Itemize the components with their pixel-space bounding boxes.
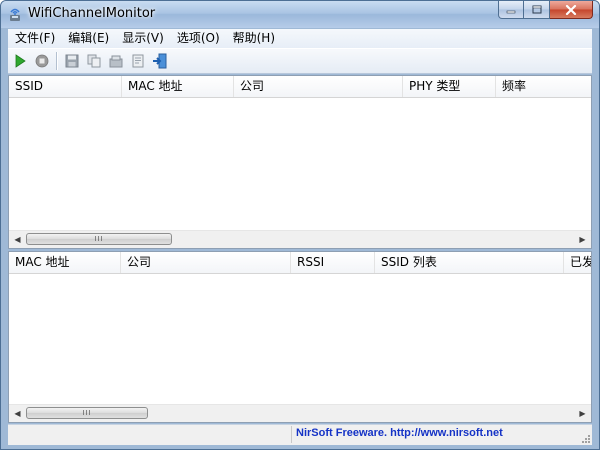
stations-header: MAC 地址 公司 RSSI SSID 列表 已发 (9, 252, 591, 274)
html-report-button[interactable] (129, 52, 147, 70)
start-button[interactable] (11, 52, 29, 70)
stop-button[interactable] (33, 52, 51, 70)
scroll-grip: III (82, 409, 92, 417)
size-grip-icon[interactable] (579, 432, 591, 444)
properties-button[interactable] (107, 52, 125, 70)
exit-button[interactable] (151, 52, 169, 70)
toolbar (8, 48, 592, 74)
maximize-icon (532, 5, 541, 14)
scroll-right-arrow-icon[interactable]: ▶ (574, 405, 591, 422)
close-button[interactable] (550, 1, 593, 19)
copy-button[interactable] (85, 52, 103, 70)
toolbar-separator (56, 52, 58, 70)
horizontal-scrollbar[interactable]: ◀ III ▶ (9, 230, 591, 248)
access-points-header: SSID MAC 地址 公司 PHY 类型 频率 (9, 76, 591, 98)
column-header-mac-address[interactable]: MAC 地址 (122, 76, 234, 97)
copy-icon (87, 54, 101, 68)
nirsoft-link[interactable]: NirSoft Freeware. http://www.nirsoft.net (296, 427, 503, 439)
save-icon (65, 54, 79, 68)
exit-icon (153, 53, 167, 69)
scroll-left-arrow-icon[interactable]: ◀ (9, 405, 26, 422)
menu-view[interactable]: 显示(V) (115, 29, 170, 48)
column-header-ssid-list[interactable]: SSID 列表 (375, 252, 564, 273)
scroll-thumb[interactable]: III (26, 233, 172, 245)
maximize-button[interactable] (524, 1, 550, 19)
column-header-company[interactable]: 公司 (121, 252, 291, 273)
html-report-icon (132, 54, 144, 68)
column-header-phy-type[interactable]: PHY 类型 (403, 76, 496, 97)
scroll-grip: III (94, 235, 104, 243)
close-icon (565, 4, 577, 15)
status-panel (8, 426, 292, 443)
menu-file[interactable]: 文件(F) (8, 29, 61, 48)
window-title: WifiChannelMonitor (28, 6, 156, 21)
minimize-button[interactable] (498, 1, 524, 19)
title-bar[interactable]: WifiChannelMonitor (1, 1, 599, 28)
stop-icon (35, 54, 49, 68)
app-icon (10, 8, 20, 21)
column-header-company[interactable]: 公司 (234, 76, 403, 97)
save-button[interactable] (63, 52, 81, 70)
scroll-right-arrow-icon[interactable]: ▶ (574, 231, 591, 248)
column-header-sent[interactable]: 已发 (564, 252, 591, 273)
column-header-mac-address[interactable]: MAC 地址 (9, 252, 121, 273)
stations-list[interactable]: MAC 地址 公司 RSSI SSID 列表 已发 ◀ III ▶ (8, 251, 592, 423)
minimize-icon (506, 10, 516, 13)
access-points-list[interactable]: SSID MAC 地址 公司 PHY 类型 频率 ◀ III ▶ (8, 75, 592, 249)
menu-options[interactable]: 选项(O) (170, 29, 226, 48)
column-header-ssid[interactable]: SSID (9, 76, 122, 97)
menu-help[interactable]: 帮助(H) (226, 29, 281, 48)
start-icon (15, 54, 26, 68)
caption-buttons (498, 1, 593, 20)
scroll-left-arrow-icon[interactable]: ◀ (9, 231, 26, 248)
menu-edit[interactable]: 编辑(E) (61, 29, 115, 48)
column-header-frequency[interactable]: 频率 (496, 76, 591, 97)
scroll-thumb[interactable]: III (26, 407, 148, 419)
horizontal-scrollbar[interactable]: ◀ III ▶ (9, 404, 591, 422)
column-header-rssi[interactable]: RSSI (291, 252, 375, 273)
menu-bar: 文件(F) 编辑(E) 显示(V) 选项(O) 帮助(H) (8, 29, 592, 48)
properties-icon (109, 55, 123, 68)
status-bar: NirSoft Freeware. http://www.nirsoft.net (8, 424, 592, 445)
app-window: WifiChannelMonitor 文件(F) 编辑(E) 显示(V) 选项(… (0, 0, 600, 450)
